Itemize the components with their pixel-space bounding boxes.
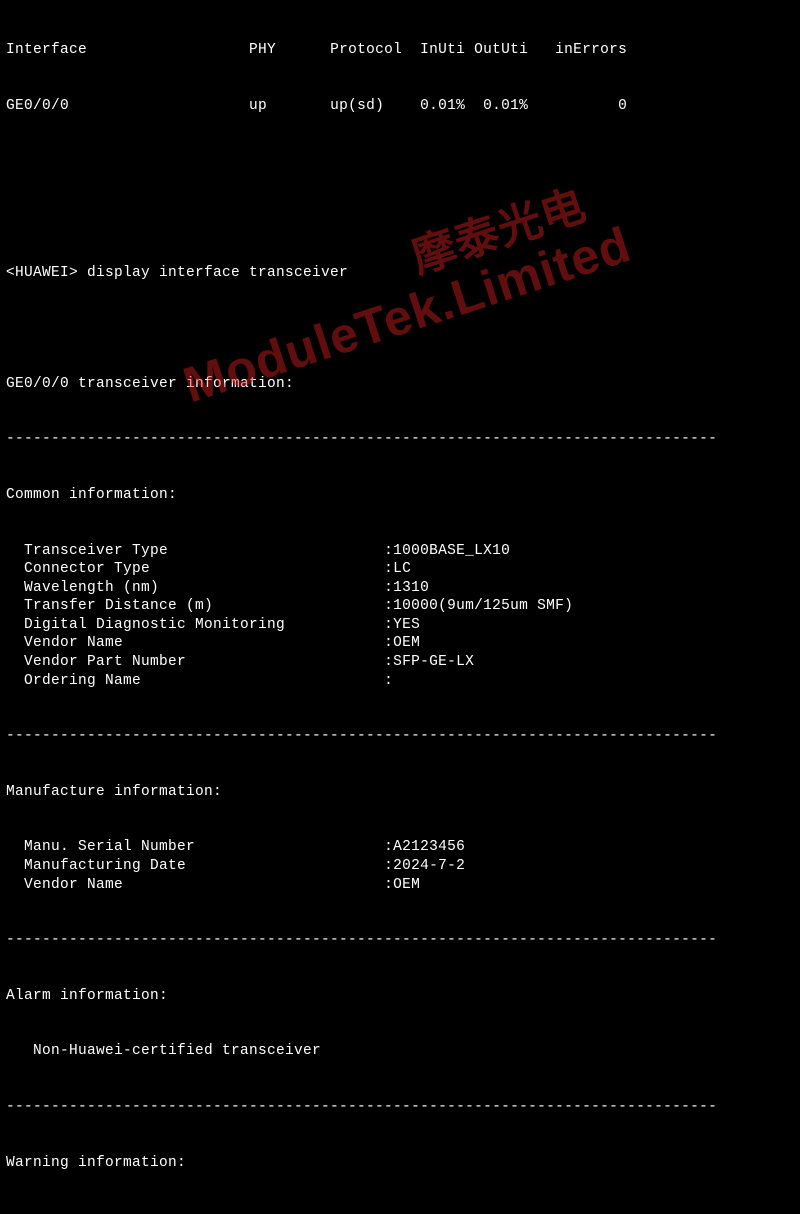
info-value: :2024-7-2 bbox=[384, 858, 465, 874]
info-row: Wavelength (nm) :1310 bbox=[6, 579, 794, 598]
info-row: Transceiver Type :1000BASE_LX10 bbox=[6, 542, 794, 561]
info-label: Manufacturing Date bbox=[6, 858, 384, 874]
info-row: Vendor Name :OEM bbox=[6, 634, 794, 653]
divider: ----------------------------------------… bbox=[6, 931, 794, 950]
info-row: Ordering Name : bbox=[6, 672, 794, 691]
info-value: :OEM bbox=[384, 877, 420, 893]
info-label: Vendor Part Number bbox=[6, 654, 384, 670]
val-interface: GE0/0/0 bbox=[6, 98, 69, 114]
val-phy: up bbox=[249, 98, 267, 114]
col-inuti: InUti bbox=[420, 42, 465, 58]
common-title: Common information: bbox=[6, 486, 794, 505]
info-value: :OEM bbox=[384, 635, 420, 651]
info-label: Ordering Name bbox=[6, 673, 384, 689]
info-value: :LC bbox=[384, 561, 411, 577]
info-label: Wavelength (nm) bbox=[6, 580, 384, 596]
info-row: Vendor Name :OEM bbox=[6, 876, 794, 895]
val-oututi: 0.01% bbox=[483, 98, 528, 114]
info-value: :YES bbox=[384, 617, 420, 633]
info-value: :A2123456 bbox=[384, 839, 465, 855]
col-oututi: OutUti bbox=[474, 42, 528, 58]
info-row: Manu. Serial Number :A2123456 bbox=[6, 838, 794, 857]
info-label: Vendor Name bbox=[6, 877, 384, 893]
section-label: GE0/0/0 transceiver information: bbox=[6, 375, 794, 394]
info-row: Manufacturing Date :2024-7-2 bbox=[6, 857, 794, 876]
alarm-title: Alarm information: bbox=[6, 987, 794, 1006]
table-header-row: Interface PHY Protocol InUti OutUti inEr… bbox=[6, 41, 794, 60]
info-value: :10000(9um/125um SMF) bbox=[384, 598, 573, 614]
info-value: :SFP-GE-LX bbox=[384, 654, 474, 670]
divider: ----------------------------------------… bbox=[6, 727, 794, 746]
table-row: GE0/0/0 up up(sd) 0.01% 0.01% 0 bbox=[6, 97, 794, 116]
info-value: : bbox=[384, 673, 393, 689]
col-protocol: Protocol bbox=[330, 42, 402, 58]
divider: ----------------------------------------… bbox=[6, 1098, 794, 1117]
info-label: Manu. Serial Number bbox=[6, 839, 384, 855]
info-label: Connector Type bbox=[6, 561, 384, 577]
manufacture-title: Manufacture information: bbox=[6, 783, 794, 802]
info-value: :1310 bbox=[384, 580, 429, 596]
info-label: Vendor Name bbox=[6, 635, 384, 651]
info-label: Digital Diagnostic Monitoring bbox=[6, 617, 384, 633]
val-inerrors: 0 bbox=[618, 98, 627, 114]
alarm-text: Non-Huawei-certified transceiver bbox=[6, 1042, 794, 1061]
info-value: :1000BASE_LX10 bbox=[384, 543, 510, 559]
warning-title: Warning information: bbox=[6, 1154, 794, 1173]
val-inuti: 0.01% bbox=[420, 98, 465, 114]
col-phy: PHY bbox=[249, 42, 276, 58]
col-inerrors: inErrors bbox=[555, 42, 627, 58]
col-interface: Interface bbox=[6, 42, 87, 58]
info-row: Connector Type :LC bbox=[6, 560, 794, 579]
info-label: Transceiver Type bbox=[6, 543, 384, 559]
terminal-output: Interface PHY Protocol InUti OutUti inEr… bbox=[6, 4, 794, 1214]
info-row: Vendor Part Number :SFP-GE-LX bbox=[6, 653, 794, 672]
divider: ----------------------------------------… bbox=[6, 1209, 794, 1214]
command-prompt: <HUAWEI> display interface transceiver bbox=[6, 264, 794, 283]
divider: ----------------------------------------… bbox=[6, 430, 794, 449]
val-protocol: up(sd) bbox=[330, 98, 384, 114]
info-row: Digital Diagnostic Monitoring :YES bbox=[6, 616, 794, 635]
info-label: Transfer Distance (m) bbox=[6, 598, 384, 614]
